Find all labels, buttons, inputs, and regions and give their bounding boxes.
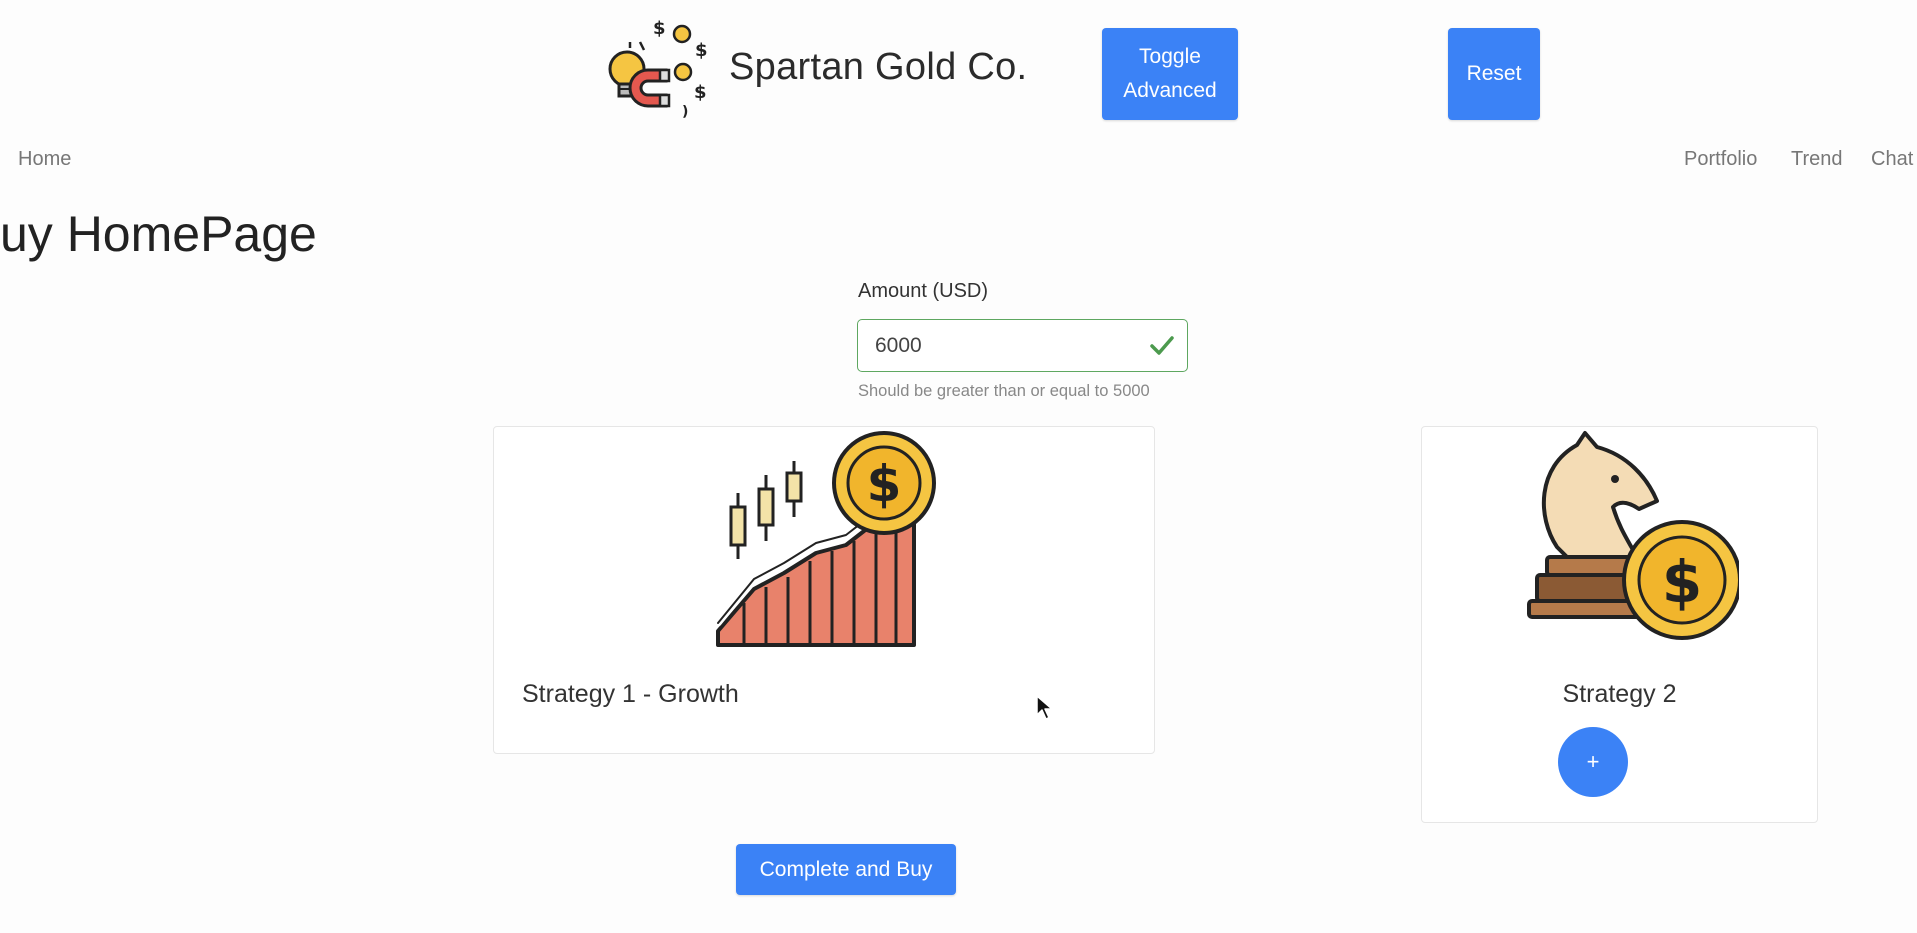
svg-text:$: $	[1662, 548, 1702, 616]
strategy-2-title: Strategy 2	[1562, 680, 1677, 708]
strategy-1-title: Strategy 1 - Growth	[522, 680, 739, 708]
svg-text:$: $	[653, 18, 666, 39]
brand-name: Spartan Gold Co.	[729, 45, 1028, 88]
svg-text:): )	[682, 104, 688, 120]
mouse-cursor-icon	[1036, 695, 1053, 720]
chess-knight-coin-icon: $	[1527, 431, 1739, 640]
amount-field	[857, 319, 1188, 372]
reset-button[interactable]: Reset	[1448, 28, 1540, 120]
page-title: uy HomePage	[0, 206, 317, 262]
complete-and-buy-button[interactable]: Complete and Buy	[736, 844, 956, 895]
nav-chat-link[interactable]: Chat	[1871, 148, 1913, 171]
amount-input[interactable]	[875, 332, 1125, 360]
svg-text:$: $	[867, 455, 902, 513]
brand-logo-icon: $ $ $ )	[608, 18, 708, 120]
nav-home-link[interactable]: Home	[18, 148, 71, 171]
svg-text:$: $	[694, 82, 707, 103]
strategy-card-1[interactable]: $ Strategy 1 - Growth	[493, 426, 1155, 754]
page: $ $ $ ) Spartan Gold Co. Toggle Advanced…	[0, 0, 1917, 933]
valid-check-icon	[1150, 336, 1174, 355]
add-strategy-button[interactable]: +	[1558, 727, 1628, 797]
candlestick-growth-coin-icon: $	[714, 431, 936, 647]
toggle-advanced-button[interactable]: Toggle Advanced	[1102, 28, 1238, 120]
strategy-card-2[interactable]: $ Strategy 2 +	[1421, 426, 1818, 823]
svg-text:$: $	[695, 40, 708, 61]
amount-help-text: Should be greater than or equal to 5000	[858, 382, 1150, 400]
brand: $ $ $ ) Spartan Gold Co.	[600, 12, 1027, 122]
nav-trend-link[interactable]: Trend	[1791, 148, 1843, 171]
amount-label: Amount (USD)	[858, 280, 989, 302]
nav-portfolio-link[interactable]: Portfolio	[1684, 148, 1757, 171]
